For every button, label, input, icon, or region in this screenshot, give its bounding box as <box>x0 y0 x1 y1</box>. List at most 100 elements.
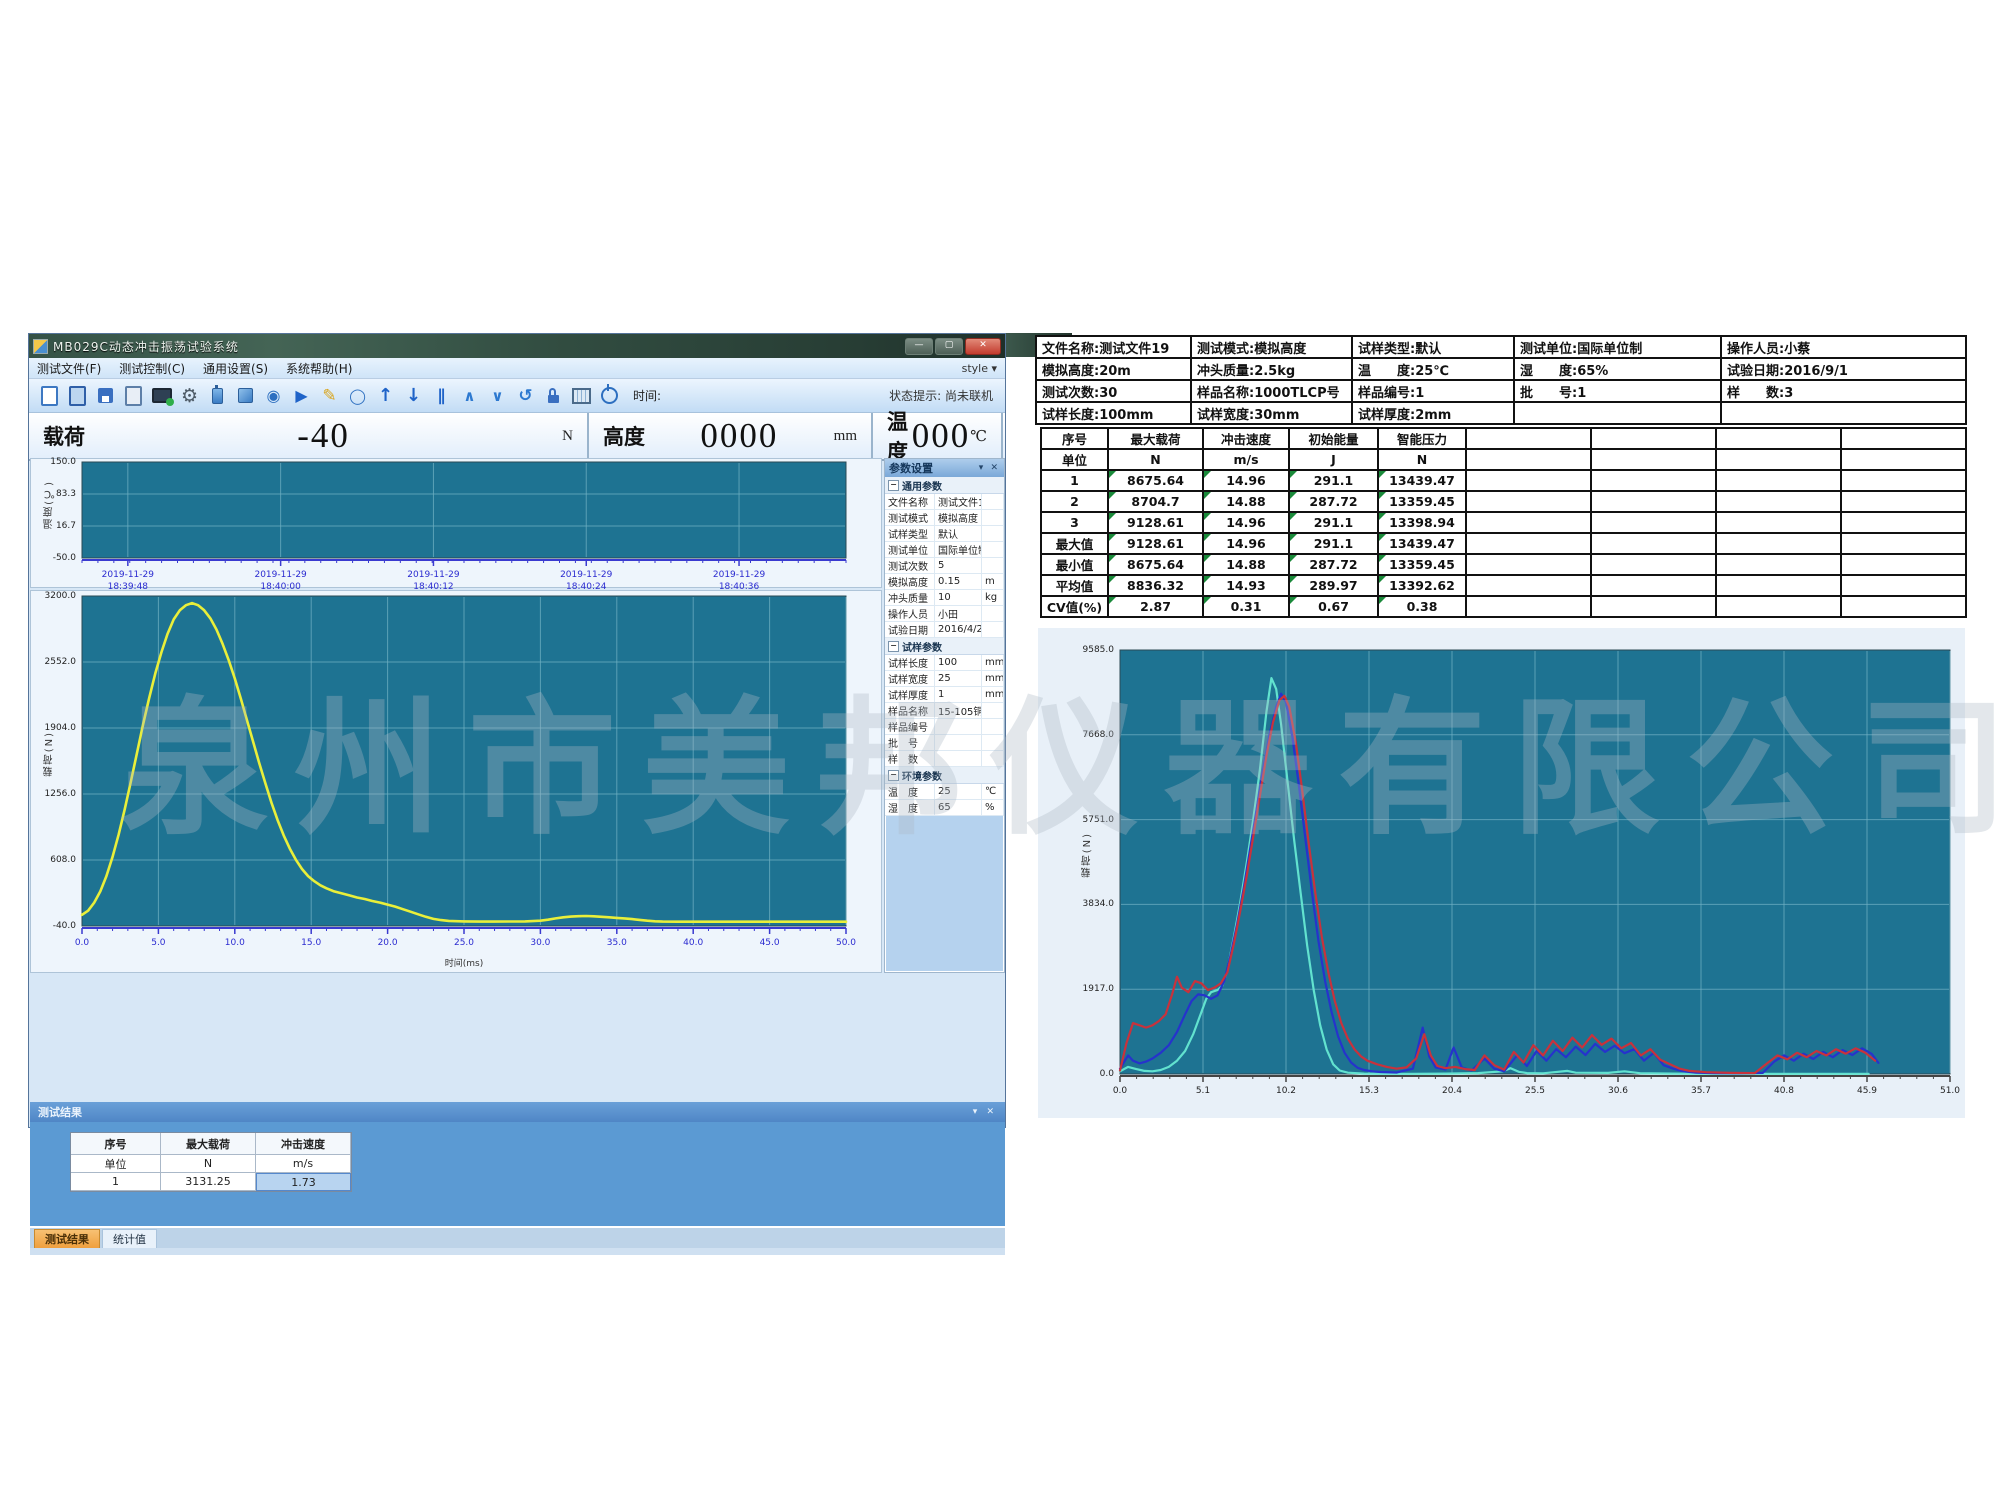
sidebar-section-2[interactable]: −环境参数 <box>885 767 1004 784</box>
panel-pin-close-icons[interactable]: ▾ ✕ <box>973 1107 997 1117</box>
param-value[interactable]: 25 <box>935 671 982 686</box>
data-header-cell: 序号 <box>1042 429 1109 450</box>
sidebar-param-row[interactable]: 模拟高度0.15m <box>885 574 1004 590</box>
param-value[interactable]: 模拟高度 <box>935 510 982 525</box>
circle-icon[interactable]: ◯ <box>345 383 370 409</box>
sidebar-param-row[interactable]: 试样类型默认 <box>885 526 1004 542</box>
param-unit: mm <box>982 687 1004 702</box>
sidebar-param-row[interactable]: 样 数 <box>885 751 1004 767</box>
data-value-cell: 13392.62 <box>1379 576 1467 597</box>
param-value[interactable]: 2016/4/20 <box>935 622 982 637</box>
minimize-button[interactable]: — <box>905 338 933 355</box>
maximize-button[interactable]: ▢ <box>935 338 963 355</box>
sidebar-param-row[interactable]: 测试模式模拟高度 <box>885 510 1004 526</box>
sidebar-param-row[interactable]: 试样长度100mm <box>885 655 1004 671</box>
sidebar-section-0[interactable]: −通用参数 <box>885 477 1004 494</box>
param-value[interactable]: 65 <box>935 800 982 815</box>
param-value[interactable]: 1 <box>935 687 982 702</box>
open-file-icon[interactable] <box>65 383 90 409</box>
param-value[interactable]: 默认 <box>935 526 982 541</box>
close-button[interactable]: ✕ <box>965 338 1001 355</box>
new-file-icon[interactable] <box>37 383 62 409</box>
move-down-icon[interactable]: ∨ <box>485 383 510 409</box>
param-label: 温 度 <box>885 784 935 799</box>
sidebar-param-row[interactable]: 操作人员小田 <box>885 606 1004 622</box>
sidebar-param-row[interactable]: 文件名称测试文件1 <box>885 494 1004 510</box>
collapse-icon[interactable]: − <box>888 480 899 491</box>
readout-0: 载荷-40N <box>29 413 589 459</box>
title-bar[interactable]: MB029C动态冲击振荡试验系统 — ▢ ✕ <box>29 334 1005 358</box>
settings-gear-icon[interactable]: ⚙ <box>177 383 202 409</box>
sidebar-param-row[interactable]: 湿 度65% <box>885 800 1004 816</box>
calibrate-pen-icon[interactable]: ✎ <box>317 383 342 409</box>
sidebar-pin-close-icons[interactable]: ▾ ✕ <box>979 463 1000 473</box>
menu-item-3[interactable]: 系统帮助(H) <box>286 360 352 377</box>
menu-item-0[interactable]: 测试文件(F) <box>37 360 101 377</box>
param-value[interactable]: 国际单位制 <box>935 542 982 557</box>
param-value[interactable]: 测试文件1 <box>935 494 982 509</box>
move-up-icon[interactable]: ∧ <box>457 383 482 409</box>
result-value-cell[interactable]: 1 <box>71 1173 161 1191</box>
record-icon[interactable]: ◉ <box>261 383 286 409</box>
readout-bar: 载荷-40N高度0000mm温度000℃ <box>29 413 1005 461</box>
undo-icon[interactable]: ↺ <box>513 383 538 409</box>
param-value[interactable]: 10 <box>935 590 982 605</box>
tab-统计值[interactable]: 统计值 <box>102 1229 157 1248</box>
sidebar-param-row[interactable]: 批 号 <box>885 735 1004 751</box>
sidebar-param-row[interactable]: 试样宽度25mm <box>885 671 1004 687</box>
sidebar-param-row[interactable]: 测试次数5 <box>885 558 1004 574</box>
param-value[interactable]: 25 <box>935 784 982 799</box>
sidebar-param-row[interactable]: 冲头质量10kg <box>885 590 1004 606</box>
sidebar-param-row[interactable]: 样品编号 <box>885 719 1004 735</box>
result-unit-cell: 单位 <box>71 1155 161 1173</box>
param-value[interactable]: 15-105铜丝带 <box>935 703 982 718</box>
param-value[interactable]: 100 <box>935 655 982 670</box>
upload-arrow-icon[interactable]: ↑ <box>373 383 398 409</box>
param-value[interactable] <box>935 719 982 734</box>
menu-item-2[interactable]: 通用设置(S) <box>203 360 268 377</box>
collapse-icon[interactable]: − <box>888 770 899 781</box>
sidebar-param-row[interactable]: 样品名称15-105铜丝带 <box>885 703 1004 719</box>
data-value-cell <box>1467 513 1592 534</box>
monitor-check-icon[interactable] <box>149 383 174 409</box>
device-icon[interactable] <box>233 383 258 409</box>
result-value-cell[interactable]: 1.73 <box>256 1173 351 1191</box>
sidebar-param-row[interactable]: 温 度25℃ <box>885 784 1004 800</box>
data-table-icon[interactable] <box>569 383 594 409</box>
lock-icon[interactable] <box>541 383 566 409</box>
collapse-icon[interactable]: − <box>888 641 899 652</box>
info-cell: 温 度:25℃ <box>1353 359 1515 381</box>
info-cell: 样品名称:1000TLCP号 <box>1192 381 1353 403</box>
result-unit-cell: m/s <box>256 1155 351 1173</box>
param-value[interactable]: 0.15 <box>935 574 982 589</box>
sidebar-param-row[interactable]: 试样厚度1mm <box>885 687 1004 703</box>
battery-icon[interactable] <box>205 383 230 409</box>
style-dropdown[interactable]: style ▾ <box>962 362 997 375</box>
param-label: 测试模式 <box>885 510 935 525</box>
power-icon[interactable] <box>597 383 622 409</box>
info-cell <box>1515 403 1722 425</box>
sidebar-section-1[interactable]: −试样参数 <box>885 638 1004 655</box>
play-icon[interactable]: ▶ <box>289 383 314 409</box>
data-value-cell <box>1467 597 1592 618</box>
param-value[interactable] <box>935 751 982 766</box>
info-cell <box>1722 403 1967 425</box>
tab-测试结果[interactable]: 测试结果 <box>34 1229 100 1248</box>
param-value[interactable]: 5 <box>935 558 982 573</box>
data-value-cell <box>1842 471 1967 492</box>
data-value-cell: 287.72 <box>1290 555 1379 576</box>
info-cell: 文件名称:测试文件19 <box>1037 337 1192 359</box>
sidebar-param-row[interactable]: 测试单位国际单位制 <box>885 542 1004 558</box>
save-icon[interactable] <box>93 383 118 409</box>
param-value[interactable]: 小田 <box>935 606 982 621</box>
menu-item-1[interactable]: 测试控制(C) <box>119 360 185 377</box>
download-arrow-icon[interactable]: ↓ <box>401 383 426 409</box>
pause-icon[interactable]: ∥ <box>429 383 454 409</box>
param-value[interactable] <box>935 735 982 750</box>
param-label: 试样宽度 <box>885 671 935 686</box>
result-value-row[interactable]: 13131.251.73 <box>71 1173 351 1191</box>
close-file-icon[interactable] <box>121 383 146 409</box>
sidebar-param-row[interactable]: 试验日期2016/4/20 <box>885 622 1004 638</box>
force-chart-frame <box>30 590 882 973</box>
result-value-cell[interactable]: 3131.25 <box>161 1173 256 1191</box>
